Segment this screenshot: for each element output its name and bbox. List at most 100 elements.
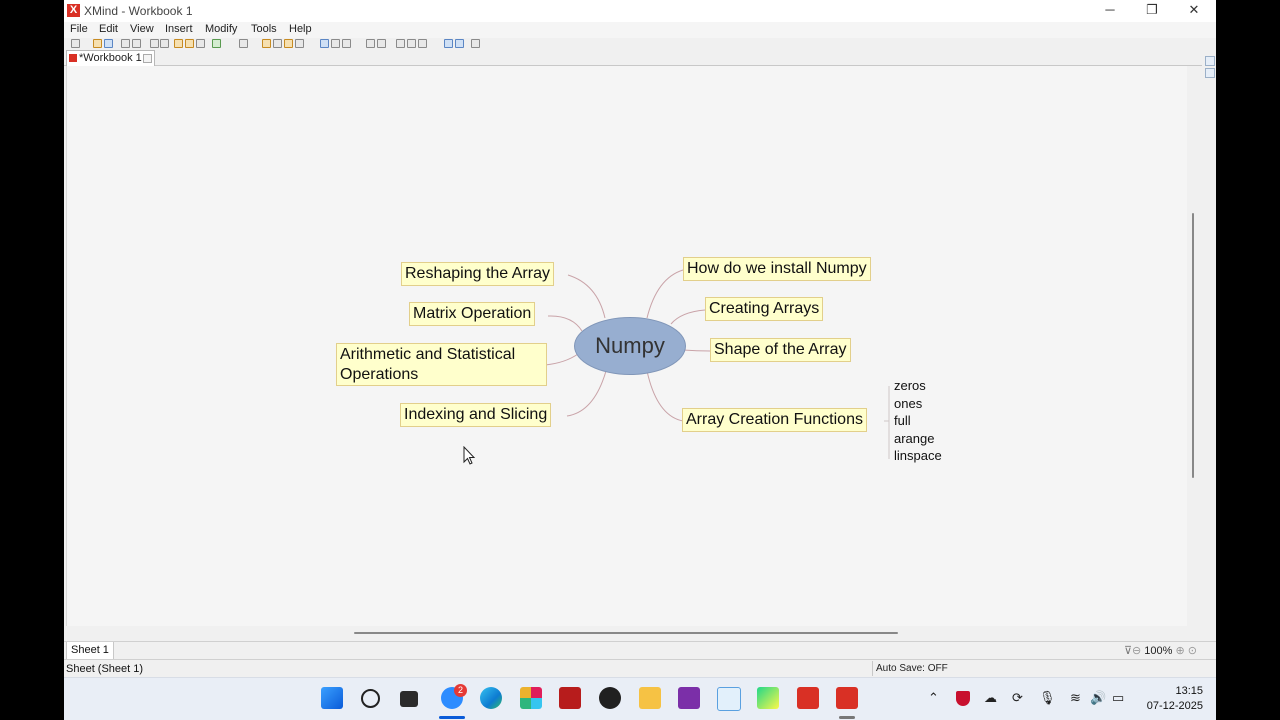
menu-view[interactable]: View	[130, 23, 154, 35]
filter-icon[interactable]: ⊽	[1124, 644, 1132, 657]
zoom-in-icon[interactable]: ⊕ ⊙	[1175, 645, 1197, 657]
workbook-icon	[69, 54, 77, 62]
sheet-bar: Sheet 1 ⊽ ⊖ 100% ⊕ ⊙	[64, 641, 1216, 660]
topic-creating-arrays[interactable]: Creating Arrays	[705, 297, 824, 321]
drill-up-icon[interactable]	[377, 39, 386, 48]
central-topic[interactable]: Numpy	[574, 317, 686, 375]
insert-parent-icon[interactable]	[196, 39, 205, 48]
topic-indexing-slicing[interactable]: Indexing and Slicing	[400, 403, 552, 427]
horizontal-scroll-thumb[interactable]	[354, 632, 898, 634]
menu-edit[interactable]: Edit	[99, 23, 118, 35]
winrar-icon[interactable]	[559, 687, 581, 709]
topic-install-numpy[interactable]: How do we install Numpy	[683, 257, 871, 281]
topic-reshaping[interactable]: Reshaping the Array	[401, 262, 554, 286]
hyperlink-icon[interactable]	[262, 39, 271, 48]
menu-insert[interactable]: Insert	[165, 23, 193, 35]
search-icon[interactable]	[361, 689, 380, 708]
volume-icon[interactable]: 🔊	[1090, 690, 1106, 706]
menu-modify[interactable]: Modify	[205, 23, 237, 35]
export-icon[interactable]	[455, 39, 464, 48]
subtopic-arange[interactable]: arange	[894, 430, 934, 448]
topic-array-creation-functions[interactable]: Array Creation Functions	[682, 408, 867, 432]
tab-workbook-1[interactable]: *Workbook 1	[66, 50, 155, 66]
toolbar	[64, 38, 1216, 50]
status-bar: Sheet (Sheet 1) Auto Save: OFF	[64, 659, 1216, 678]
properties-panel-icon[interactable]	[1205, 68, 1215, 78]
menu-help[interactable]: Help	[289, 23, 312, 35]
topic-shape-array[interactable]: Shape of the Array	[710, 338, 851, 362]
zoom-out-icon[interactable]: ⊖	[1132, 645, 1144, 657]
present-icon[interactable]	[212, 39, 221, 48]
relationship-icon[interactable]	[320, 39, 329, 48]
zoom-level: 100%	[1144, 645, 1173, 657]
preferences-gear-icon[interactable]	[471, 39, 480, 48]
layout-icon[interactable]	[396, 39, 405, 48]
obs-icon[interactable]	[599, 687, 621, 709]
xmind-active-taskbar-icon[interactable]	[836, 687, 858, 709]
status-sheet-name: Sheet (Sheet 1)	[66, 663, 144, 675]
open-file-icon[interactable]	[93, 39, 102, 48]
zoom-in-icon[interactable]	[407, 39, 416, 48]
clock-time: 13:15	[1175, 685, 1203, 697]
topic-matrix-operation[interactable]: Matrix Operation	[409, 302, 536, 326]
copy-icon[interactable]	[160, 39, 169, 48]
mcafee-shield-icon[interactable]	[956, 691, 970, 706]
marker-icon[interactable]	[284, 39, 293, 48]
file-explorer-icon[interactable]	[639, 687, 661, 709]
show-hidden-icons-icon[interactable]: ⌃	[928, 690, 939, 706]
wifi-icon[interactable]: ≋	[1070, 690, 1081, 706]
connector-install	[646, 269, 684, 319]
window-title: XMind - Workbook 1	[84, 4, 193, 18]
undo-icon[interactable]	[121, 39, 130, 48]
onedrive-cloud-icon[interactable]: ☁	[984, 690, 997, 706]
label-icon[interactable]	[295, 39, 304, 48]
maximize-button[interactable]: ❐	[1130, 0, 1174, 22]
subtopic-linspace[interactable]: linspace	[894, 447, 942, 465]
close-button[interactable]: ✕	[1172, 0, 1216, 22]
tab-close-icon[interactable]	[142, 54, 152, 63]
edge-browser-icon[interactable]	[480, 687, 502, 709]
floating-topic-icon[interactable]	[239, 39, 248, 48]
insert-topic-icon[interactable]	[174, 39, 183, 48]
subtopic-full[interactable]: full	[894, 412, 911, 430]
share-icon[interactable]	[444, 39, 453, 48]
new-file-icon[interactable]	[71, 39, 80, 48]
autosave-status[interactable]: Auto Save: OFF	[872, 661, 951, 676]
pycharm-icon[interactable]	[757, 687, 779, 709]
xmind-taskbar-icon[interactable]	[797, 687, 819, 709]
snipping-tool-icon[interactable]	[717, 687, 741, 711]
menu-tools[interactable]: Tools	[251, 23, 277, 35]
mindmap-canvas[interactable]: Numpy Reshaping the Array Matrix Operati…	[66, 66, 1187, 626]
battery-icon[interactable]: ▭	[1112, 690, 1124, 706]
vertical-scroll-thumb[interactable]	[1192, 213, 1194, 478]
boundary-icon[interactable]	[331, 39, 340, 48]
outline-panel-icon[interactable]	[1205, 56, 1215, 66]
menu-bar: File Edit View Insert Modify Tools Help	[64, 22, 1216, 38]
connector-reshaping	[567, 274, 606, 319]
attachment-icon[interactable]	[273, 39, 282, 48]
system-clock[interactable]: 13:15 07-12-2025	[1143, 684, 1203, 714]
redo-icon[interactable]	[132, 39, 141, 48]
subtopic-ones[interactable]: ones	[894, 395, 922, 413]
subtopic-zeros[interactable]: zeros	[894, 377, 926, 395]
drill-down-icon[interactable]	[366, 39, 375, 48]
slack-icon[interactable]	[520, 687, 542, 709]
microphone-icon[interactable]: 🎙	[1039, 690, 1056, 706]
topic-arithmetic-statistical[interactable]: Arithmetic and Statistical Operations	[336, 343, 547, 386]
windows-start-icon[interactable]	[321, 687, 343, 709]
zoom-out-icon[interactable]	[418, 39, 427, 48]
minimize-button[interactable]: ─	[1088, 0, 1132, 22]
summary-icon[interactable]	[342, 39, 351, 48]
sheet-tab-1[interactable]: Sheet 1	[66, 642, 114, 660]
tab-label: *Workbook 1	[79, 52, 142, 64]
cut-icon[interactable]	[150, 39, 159, 48]
menu-file[interactable]: File	[70, 23, 88, 35]
sync-icon[interactable]: ⟳	[1012, 690, 1023, 706]
mouse-cursor-icon	[463, 446, 476, 465]
zoom-control[interactable]: ⊖ 100% ⊕ ⊙	[1132, 642, 1197, 660]
task-view-icon[interactable]	[400, 691, 418, 707]
clock-date: 07-12-2025	[1146, 700, 1203, 712]
insert-subtopic-icon[interactable]	[185, 39, 194, 48]
save-icon[interactable]	[104, 39, 113, 48]
onenote-icon[interactable]	[678, 687, 700, 709]
